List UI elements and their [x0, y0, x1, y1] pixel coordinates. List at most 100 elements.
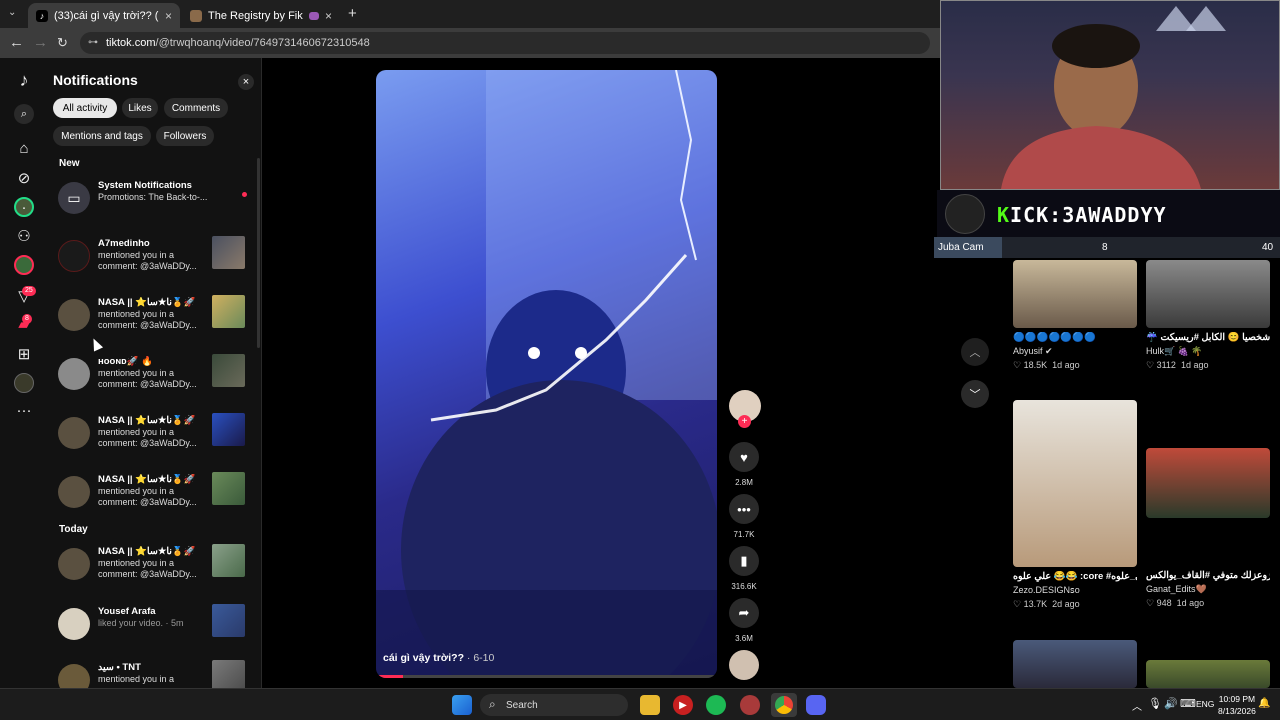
video-thumbnail [1013, 400, 1137, 567]
notification-name: NASA || ⭐نا★سا🏅🚀 [98, 546, 196, 557]
following-avatar-icon[interactable]: · [14, 197, 34, 217]
notification-item[interactable]: A7medinho mentioned you in a comment: @3… [58, 234, 248, 284]
home-icon[interactable]: ⌂ [14, 138, 34, 158]
video-card[interactable]: علي علوه 😂😂 :core #علي_علوه_ #core... Ze… [1013, 400, 1137, 610]
media-playing-icon [308, 11, 319, 20]
video-progress-bar[interactable] [376, 675, 717, 678]
system-clock[interactable]: 10:09 PM 8/13/2026 [1218, 693, 1256, 717]
avatar [58, 476, 90, 508]
back-icon[interactable]: ← [9, 34, 24, 51]
url-bar[interactable]: ⊶ tiktok.com/@trwqhoanq/video/7649731460… [80, 32, 930, 54]
video-thumbnail[interactable] [1013, 640, 1137, 688]
creator-avatar[interactable]: + [729, 390, 761, 428]
music-disc-icon [729, 650, 759, 680]
reload-icon[interactable]: ↻ [57, 35, 68, 51]
notification-item[interactable]: سيد • TNT mentioned you in a [58, 658, 248, 688]
notifications-panel: Notifications × All activity Likes Comme… [48, 58, 262, 688]
video-thumbnail[interactable] [1146, 660, 1270, 688]
spotify-icon[interactable] [706, 695, 726, 715]
like-button[interactable]: ♥ 2.8M [729, 442, 759, 487]
live-avatar-icon[interactable] [14, 255, 34, 275]
notification-item[interactable]: NASA || ⭐نا★سا🏅🚀 mentioned you in a comm… [58, 470, 248, 520]
language-indicator[interactable]: ENG [1196, 699, 1214, 709]
notification-item[interactable]: Yousef Arafa liked your video. · 5m [58, 602, 248, 652]
filter-mentions-tags[interactable]: Mentions and tags [53, 126, 151, 146]
notification-desc: mentioned you in a comment: @3aWaDDy... [98, 368, 197, 389]
video-card[interactable]: 🔵🔵🔵🔵🔵🔵🔵 Abyusif ✔ ♡ 18.5K 1d ago [1013, 260, 1137, 371]
file-explorer-icon[interactable] [640, 695, 660, 715]
new-tab-button[interactable]: + [348, 5, 357, 22]
network-icon[interactable]: ⌨ [1180, 697, 1196, 710]
start-windows-icon[interactable] [452, 695, 472, 715]
card-user[interactable]: Hulk🛒 🍇 🌴 [1146, 346, 1270, 357]
video-player[interactable]: cái gì vậy trời?? · 6-10 [376, 70, 717, 678]
notification-item[interactable]: NASA || ⭐نا★سا🏅🚀 mentioned you in a comm… [58, 411, 248, 461]
card-meta: ♡ 18.5K 1d ago [1013, 360, 1080, 370]
url-host: tiktok.com [106, 37, 156, 49]
notification-item[interactable]: NASA || ⭐نا★سا🏅🚀 mentioned you in a comm… [58, 293, 248, 343]
volume-icon[interactable]: 🔊 [1164, 697, 1178, 710]
webcam-feed [1001, 6, 1226, 189]
comment-icon: ••• [729, 494, 759, 524]
like-count: 2.8M [735, 478, 753, 487]
video-card[interactable]: من زوعزلك متوفي #القاف_يوالكس #fyp #fory… [1146, 400, 1270, 609]
card-user[interactable]: Abyusif ✔ [1013, 346, 1137, 357]
card-user[interactable]: Ganat_Edits🤎 [1146, 584, 1270, 595]
profile-avatar-icon[interactable] [14, 373, 34, 393]
video-thumbnail[interactable] [212, 660, 245, 688]
card-user[interactable]: Zezo.DESIGNꜱᴏ [1013, 585, 1137, 596]
video-thumbnail[interactable] [212, 236, 245, 269]
explore-icon[interactable]: ⊘ [14, 168, 34, 188]
microphone-icon[interactable]: 🎙 [1148, 697, 1162, 710]
video-thumbnail[interactable] [212, 413, 245, 446]
notification-bell-icon[interactable]: 🔔 [1258, 698, 1270, 709]
video-thumbnail[interactable] [212, 472, 245, 505]
filter-followers[interactable]: Followers [156, 126, 214, 146]
notification-name: A7medinho [98, 238, 150, 249]
more-icon[interactable]: ··· [14, 400, 34, 420]
close-notifications-button[interactable]: × [238, 74, 254, 90]
activity-badge: 25 [22, 286, 36, 296]
discord-icon[interactable] [806, 695, 826, 715]
sound-disc[interactable] [729, 650, 759, 680]
avatar [58, 417, 90, 449]
search-icon[interactable]: ⌕ [14, 104, 34, 124]
notification-item[interactable]: NASA || ⭐نا★سا🏅🚀 mentioned you in a comm… [58, 542, 248, 592]
friends-icon[interactable]: ⚇ [14, 226, 34, 246]
video-progress-fill [376, 675, 404, 678]
notification-item[interactable]: ▭ System Notifications Promotions: The B… [58, 176, 248, 226]
video-thumbnail[interactable] [212, 354, 245, 387]
avatar [58, 608, 90, 640]
follow-plus-icon[interactable]: + [738, 415, 751, 428]
filter-all-activity[interactable]: All activity [53, 98, 117, 118]
tab-registry[interactable]: The Registry by Fiki, emmy × [182, 3, 340, 28]
previous-video-button[interactable]: ︿ [961, 338, 989, 366]
cam-stats-bar: Juba Cam 8 40 [934, 237, 1280, 258]
caption-text: cái gì vậy trời?? [383, 652, 464, 664]
site-info-icon[interactable]: ⊶ [88, 37, 98, 48]
filter-comments[interactable]: Comments [164, 98, 228, 118]
tab-tiktok[interactable]: ♪ (33)cái gì vậy trời?? (@trwqhoa × [28, 3, 180, 28]
video-thumbnail[interactable] [212, 604, 245, 637]
video-card[interactable]: ☔ معكم رقم 8 شخصيا 😊 الكابل #ريسيكت #...… [1146, 260, 1270, 371]
panel-scrollbar[interactable] [257, 158, 260, 348]
forward-icon[interactable]: → [33, 34, 48, 51]
filter-likes[interactable]: Likes [122, 98, 158, 118]
media-player-icon[interactable]: ▶ [673, 695, 693, 715]
share-button[interactable]: ➦ 3.6M [729, 598, 759, 643]
close-tab-icon[interactable]: × [165, 9, 172, 23]
tab-list-chevron-icon[interactable]: ⌄ [8, 7, 16, 18]
video-thumbnail[interactable] [212, 295, 245, 328]
save-button[interactable]: ▮ 316.6K [729, 546, 759, 591]
tray-chevron-icon[interactable]: ︿ [1132, 698, 1142, 713]
video-thumbnail[interactable] [212, 544, 245, 577]
tiktok-logo-icon[interactable]: ♪ [14, 70, 34, 90]
app-icon[interactable] [740, 695, 760, 715]
comment-button[interactable]: ••• 71.7K [729, 494, 759, 539]
upload-icon[interactable]: ⊞ [14, 344, 34, 364]
taskbar-search[interactable]: ⌕ Search [480, 694, 628, 716]
chrome-icon[interactable] [771, 693, 797, 717]
next-video-button[interactable]: ﹀ [961, 380, 989, 408]
close-tab-icon[interactable]: × [325, 9, 332, 23]
notification-item[interactable]: ʜᴏᴏɴᴅ🚀 🔥 mentioned you in a comment: @3a… [58, 352, 248, 402]
